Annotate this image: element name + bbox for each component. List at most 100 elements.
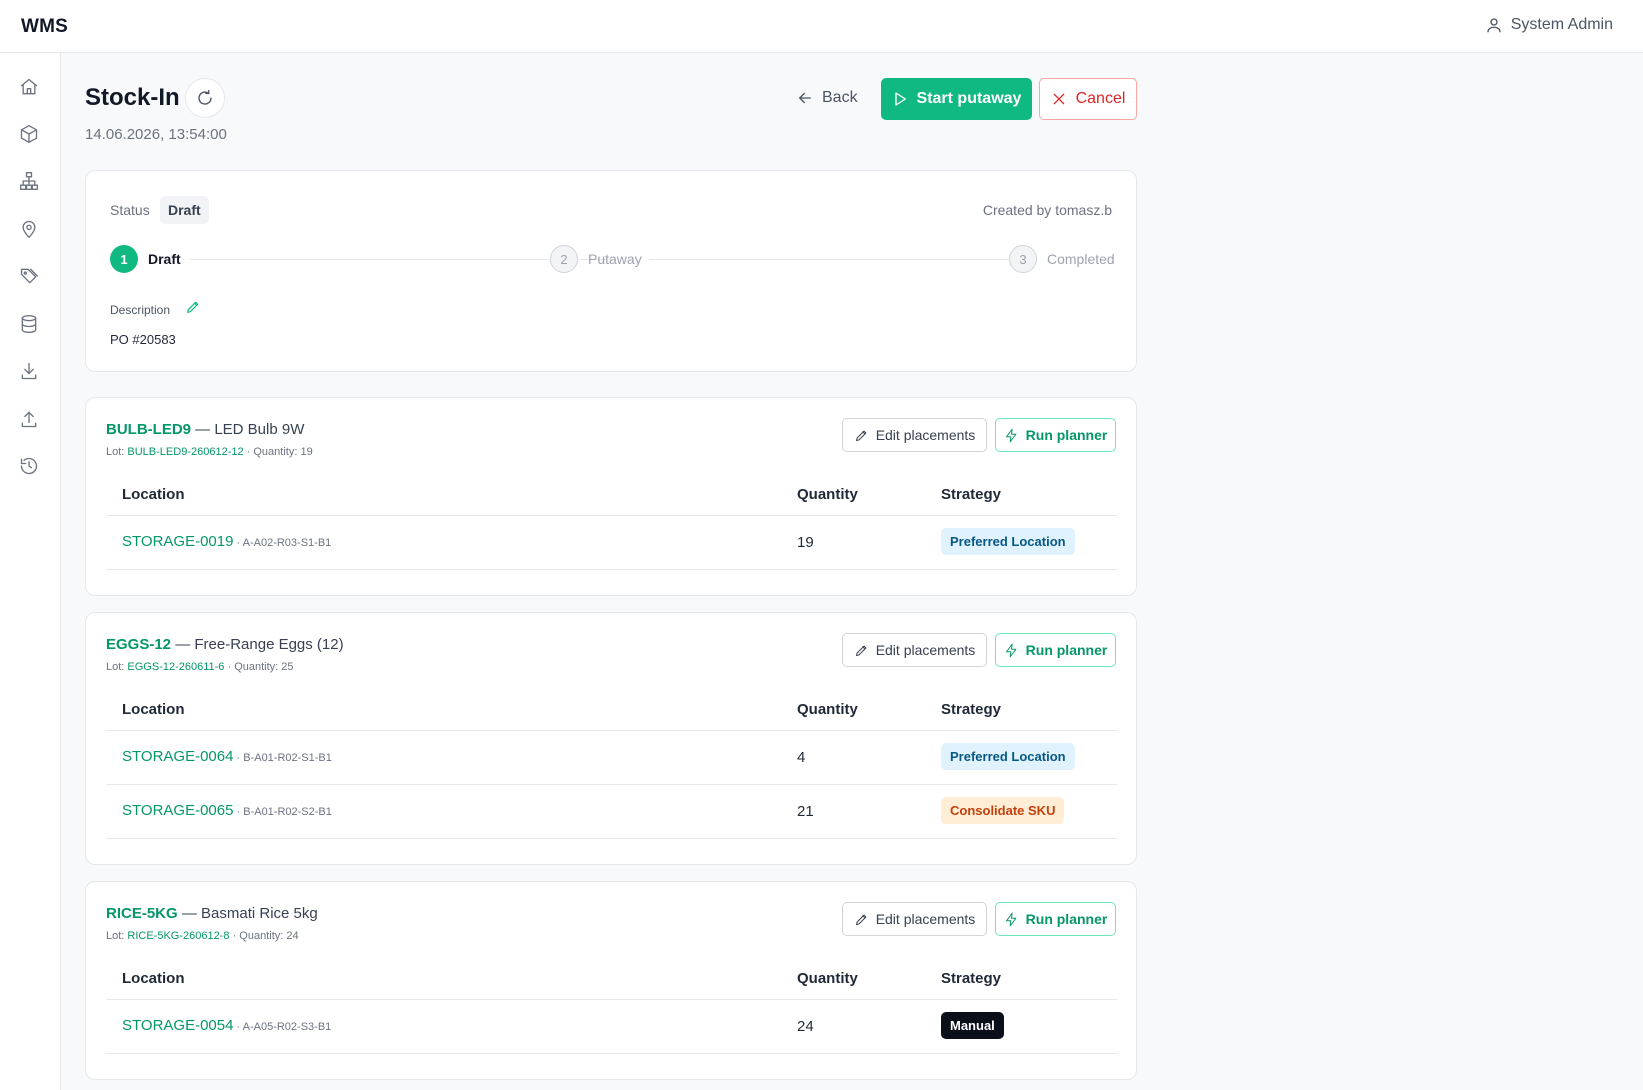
item-quantity: · Quantity: 24 [229,930,299,942]
user-icon [1487,18,1501,33]
location-link[interactable]: STORAGE-0065 · B-A01-R02-S2-B1 [122,802,332,819]
table-row: STORAGE-0065 · B-A01-R02-S2-B1 21 Consol… [106,785,1117,839]
play-icon [894,92,906,106]
location-path: · A-A05-R02-S3-B1 [233,1021,332,1033]
created-by: Created by tomasz.b [982,202,1112,218]
top-bar: WMS System Admin [0,0,1643,53]
item-title: BULB-LED9 — LED Bulb 9W [106,421,304,438]
edit-placements-button[interactable]: Edit placements [842,902,987,936]
placements-table: Location Quantity Strategy STORAGE-0064 … [106,689,1117,839]
run-planner-label: Run planner [1025,642,1108,658]
description-value: PO #20583 [110,332,176,347]
table-header: Location Quantity Strategy [106,474,1117,516]
lot-prefix: Lot: [106,446,128,458]
lot-link[interactable]: EGGS-12-260611-6 [127,661,224,673]
step-putaway: 2 Putaway [550,245,642,273]
history-icon[interactable] [17,454,41,478]
placement-quantity: 4 [797,749,806,766]
start-putaway-label: Start putaway [916,90,1022,107]
refresh-icon [198,89,212,105]
cancel-label: Cancel [1075,90,1126,107]
item-title: EGGS-12 — Free-Range Eggs (12) [106,636,344,653]
column-header-quantity: Quantity [797,486,858,503]
strategy-badge: Consolidate SKU [941,797,1065,824]
placement-quantity: 21 [797,803,814,820]
table-row: STORAGE-0054 · A-A05-R02-S3-B1 24 Manual [106,1000,1117,1054]
edit-placements-button[interactable]: Edit placements [842,633,987,667]
hierarchy-icon[interactable] [17,169,41,193]
edit-placements-button[interactable]: Edit placements [842,418,987,452]
item-lot-info: Lot: EGGS-12-260611-6 · Quantity: 25 [106,661,294,673]
placements-table: Location Quantity Strategy STORAGE-0019 … [106,474,1117,570]
map-pin-icon[interactable] [17,217,41,241]
placement-quantity: 19 [797,534,814,551]
app-logo[interactable]: WMS [21,16,68,38]
step-label: Completed [1047,251,1115,267]
location-code: STORAGE-0019 [122,533,234,550]
refresh-button[interactable] [185,78,225,118]
item-card: RICE-5KG — Basmati Rice 5kg Lot: RICE-5K… [85,881,1137,1080]
download-icon[interactable] [17,359,41,383]
run-planner-label: Run planner [1025,427,1108,443]
item-lot-info: Lot: RICE-5KG-260612-8 · Quantity: 24 [106,930,299,942]
item-name: — LED Bulb 9W [191,421,305,438]
strategy-badge: Preferred Location [941,743,1075,770]
lightning-icon [1005,643,1017,657]
status-card: Status Draft Created by tomasz.b 1 Draft… [85,170,1137,372]
step-connector [649,259,1033,260]
column-header-location: Location [122,970,185,987]
item-name: — Basmati Rice 5kg [177,905,318,922]
arrow-left-icon [799,92,811,104]
location-path: · B-A01-R02-S1-B1 [233,752,332,764]
table-row: STORAGE-0064 · B-A01-R02-S1-B1 4 Preferr… [106,731,1117,785]
location-path: · B-A01-R02-S2-B1 [233,806,332,818]
upload-icon[interactable] [17,407,41,431]
page-date: 14.06.2026, 13:54:00 [85,126,227,143]
location-link[interactable]: STORAGE-0054 · A-A05-R02-S3-B1 [122,1017,331,1034]
step-label: Draft [148,251,181,267]
item-name: — Free-Range Eggs (12) [171,636,344,653]
run-planner-button[interactable]: Run planner [995,633,1116,667]
lightning-icon [1005,428,1017,442]
column-header-location: Location [122,486,185,503]
close-icon [1053,93,1064,105]
pencil-icon [855,914,867,925]
location-link[interactable]: STORAGE-0019 · A-A02-R03-S1-B1 [122,533,331,550]
run-planner-button[interactable]: Run planner [995,902,1116,936]
lot-link[interactable]: RICE-5KG-260612-8 [127,930,229,942]
item-quantity: · Quantity: 25 [224,661,294,673]
item-sku-link[interactable]: EGGS-12 [106,636,171,653]
cancel-button[interactable]: Cancel [1039,78,1137,120]
start-putaway-button[interactable]: Start putaway [881,78,1032,120]
back-button[interactable]: Back [796,80,858,116]
lot-prefix: Lot: [106,661,128,673]
box-icon[interactable] [17,122,41,146]
step-draft: 1 Draft [110,245,181,273]
step-number: 1 [110,245,138,273]
item-sku-link[interactable]: BULB-LED9 [106,421,191,438]
tags-icon[interactable] [17,264,41,288]
item-quantity: · Quantity: 19 [243,446,313,458]
home-icon[interactable] [17,75,41,99]
pencil-icon [855,645,867,656]
column-header-strategy: Strategy [941,486,1002,503]
column-header-quantity: Quantity [797,970,858,987]
page-title: Stock-In [85,84,180,111]
location-code: STORAGE-0064 [122,748,234,765]
strategy-badge: Preferred Location [941,528,1075,555]
run-planner-button[interactable]: Run planner [995,418,1116,452]
item-card: BULB-LED9 — LED Bulb 9W Lot: BULB-LED9-2… [85,397,1137,596]
description-label: Description [110,303,171,317]
placements-table: Location Quantity Strategy STORAGE-0054 … [106,958,1117,1054]
location-code: STORAGE-0054 [122,1017,234,1034]
strategy-badge: Manual [941,1012,1004,1039]
item-sku-link[interactable]: RICE-5KG [106,905,178,922]
user-menu[interactable]: System Admin [1485,16,1613,34]
edit-description-button[interactable] [185,299,203,317]
back-label: Back [822,89,858,106]
lot-link[interactable]: BULB-LED9-260612-12 [127,446,243,458]
location-link[interactable]: STORAGE-0064 · B-A01-R02-S1-B1 [122,748,332,765]
sidebar [0,53,61,1090]
column-header-location: Location [122,701,185,718]
database-icon[interactable] [17,312,41,336]
